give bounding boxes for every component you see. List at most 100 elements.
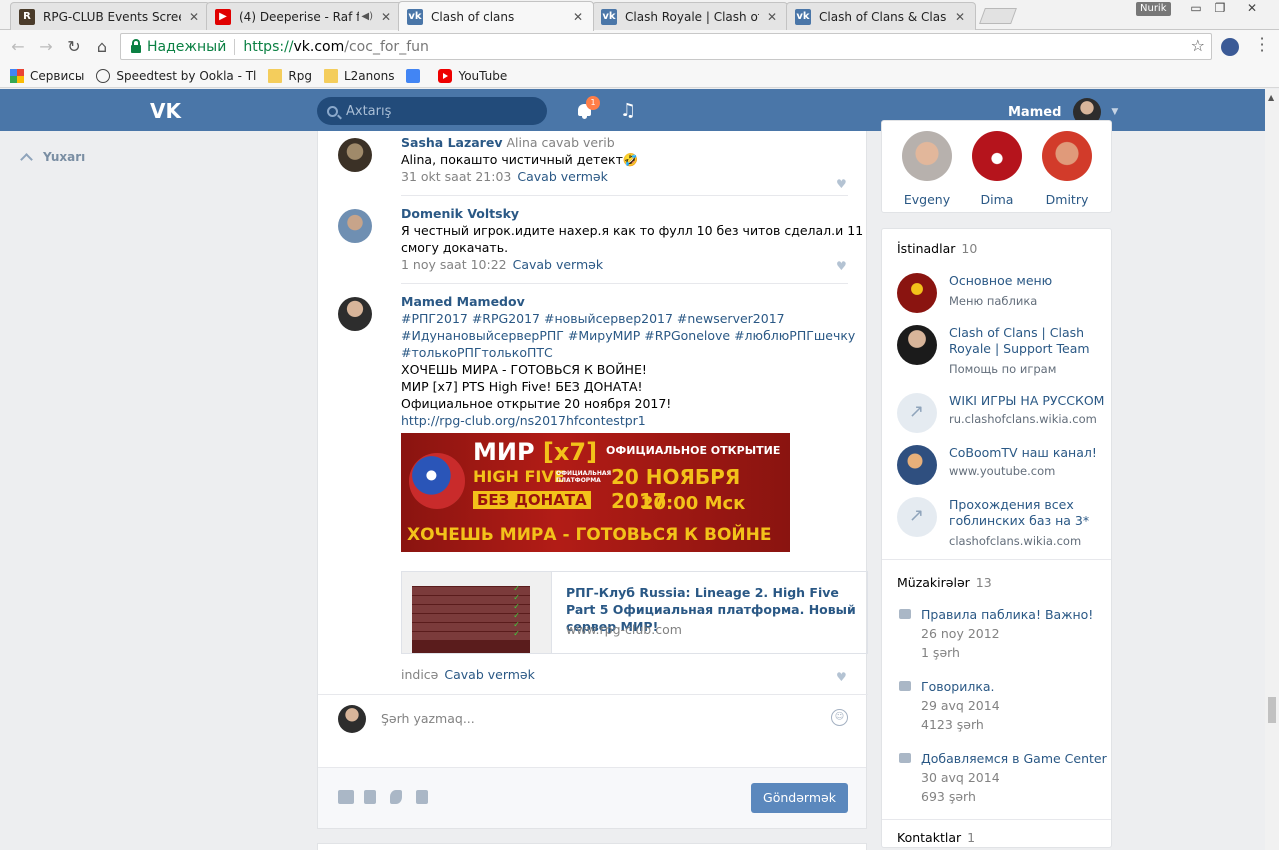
tab-close-icon[interactable]: ✕ [379,10,393,24]
reply-to-label[interactable]: Alina cavab verib [506,135,614,150]
comment-date[interactable]: 1 noy saat 10:22 [401,257,507,272]
bookmark-youtube[interactable]: YouTube [438,68,507,83]
bookmark-translate[interactable] [406,68,426,83]
audio-playing-icon[interactable]: ◀) [361,11,373,22]
page-scrollbar[interactable]: ▲ [1265,89,1279,850]
bookmark-folder-rpg[interactable]: Rpg [268,68,312,83]
profile-badge[interactable]: Nurik [1136,2,1171,16]
member-avatar[interactable] [1042,131,1092,181]
link-item[interactable]: WIKI ИГРЫ НА РУССКОМ ru.clashofclans.wik… [897,393,1104,433]
hashtags-line[interactable]: #ИдунановыйсерверРПГ #МируМИР #RPGonelov… [401,327,868,344]
reply-link[interactable]: Cavab vermək [513,257,603,272]
member-item[interactable]: Dima [967,131,1027,207]
promo-banner-image[interactable]: МИР [x7] HIGH FIVE ОФИЦИАЛЬНАЯ ПЛАТФОРМА… [401,433,790,552]
scrollbar-thumb[interactable] [1268,697,1276,723]
comment-author[interactable]: Sasha Lazarev [401,135,502,150]
music-icon[interactable]: ♫ [620,100,636,121]
commenter-avatar[interactable] [338,297,372,331]
topic-title[interactable]: Добавляемся в Game Center [921,751,1107,766]
browser-tab-clash-of-clans-royale[interactable]: vk Clash of Clans & Clash Roy ✕ [786,2,976,30]
tab-close-icon[interactable]: ✕ [187,10,201,24]
link-arrow-icon[interactable] [897,497,937,537]
scroll-to-top-link[interactable]: Yuxarı [20,150,85,166]
commenter-avatar[interactable] [338,209,372,243]
like-heart-icon[interactable]: ♥ [836,178,848,190]
extension-icon[interactable] [1221,38,1239,56]
search-input[interactable] [346,103,526,119]
tab-close-icon[interactable]: ✕ [571,10,585,24]
like-heart-icon[interactable]: ♥ [836,260,848,272]
new-tab-button[interactable] [979,8,1017,24]
browser-menu-icon[interactable]: · · · [1256,31,1268,59]
topic-title[interactable]: Говорилка. [921,679,995,694]
topic-item[interactable]: Правила паблика! Важно! 26 noy 2012 1 şə… [897,607,1102,663]
secure-label[interactable]: Надежный [147,39,226,55]
reply-link[interactable]: Cavab vermək [444,667,534,682]
member-avatar[interactable] [972,131,1022,181]
member-item[interactable]: Evgeny [897,131,957,207]
link-item[interactable]: Основное меню Меню паблика [897,273,1102,313]
hashtags-line[interactable]: #толькоРПГтолькоПТС [401,344,868,361]
bookmark-services[interactable]: Сервисы [10,68,84,83]
comment-author[interactable]: Domenik Voltsky [401,205,868,222]
tab-close-icon[interactable]: ✕ [953,10,967,24]
link-item[interactable]: CoBoomTV наш канал! www.youtube.com [897,445,1102,485]
commenter-avatar[interactable] [338,138,372,172]
member-name[interactable]: Dima [967,192,1027,207]
back-icon[interactable]: ← [8,37,28,57]
browser-tab-clash-of-clans[interactable]: vk Clash of clans ✕ [398,1,594,31]
bookmark-speedtest[interactable]: Speedtest by Ookla - Tl [96,68,256,83]
browser-tab-clash-royale[interactable]: vk Clash Royale | Clash of Cla ✕ [592,2,788,30]
topic-title[interactable]: Правила паблика! Важно! [921,607,1093,622]
link-preview-card[interactable]: РПГ-Клуб Russia: Lineage 2. High Five Pa… [401,571,868,654]
notifications-button[interactable]: 1 [576,96,600,120]
scroll-up-arrow-icon[interactable]: ▲ [1268,93,1274,102]
tab-close-icon[interactable]: ✕ [765,10,779,24]
links-header[interactable]: İstinadlar 10 [897,241,977,256]
lock-icon[interactable] [131,38,141,53]
topic-item[interactable]: Добавляемся в Game Center 30 avq 2014 69… [897,751,1107,807]
link-item[interactable]: Clash of Clans | Clash Royale | Support … [897,325,1102,381]
emoji-icon[interactable]: ☺ [831,709,848,726]
bookmark-star-icon[interactable]: ☆ [1191,36,1205,55]
document-icon[interactable] [416,790,428,804]
address-bar[interactable]: Надежный https:// vk.com /coc_for_fun ☆ [120,33,1212,60]
topics-header[interactable]: Müzakirələr 13 [897,575,992,590]
link-title[interactable]: Основное меню [949,273,1109,289]
link-title[interactable]: Clash of Clans | Clash Royale | Support … [949,325,1109,357]
link-avatar[interactable] [897,273,937,313]
window-close-icon[interactable]: ✕ [1240,0,1264,16]
link-avatar[interactable] [897,325,937,365]
link-avatar[interactable] [897,445,937,485]
comment-input[interactable] [381,709,821,727]
contacts-header[interactable]: Kontaktlar 1 [897,830,975,845]
member-avatar[interactable] [902,131,952,181]
reply-link[interactable]: Cavab vermək [517,169,607,184]
send-button[interactable]: Göndərmək [751,783,848,813]
link-title[interactable]: Прохождения всех гоблинских баз на 3* [949,497,1109,529]
link-title[interactable]: WIKI ИГРЫ НА РУССКОМ [949,393,1109,409]
music-note-icon[interactable] [390,790,402,804]
comment-author[interactable]: Mamed Mamedov [401,293,868,310]
camera-icon[interactable] [338,790,354,804]
link-item[interactable]: Прохождения всех гоблинских баз на 3* cl… [897,497,1102,553]
vk-logo[interactable]: VK [150,99,186,123]
forward-icon[interactable]: → [36,37,56,57]
topic-item[interactable]: Говорилка. 29 avq 2014 4123 şərh [897,679,1102,735]
member-name[interactable]: Dmitry [1037,192,1097,207]
browser-tab-rpg-club[interactable]: R RPG-CLUB Events Screensh ✕ [10,2,210,30]
home-icon[interactable]: ⌂ [92,37,112,57]
bookmark-folder-l2anons[interactable]: L2anons [323,68,394,83]
link-arrow-icon[interactable] [897,393,937,433]
comment-date[interactable]: 31 okt saat 21:03 [401,169,511,184]
reload-icon[interactable]: ↻ [64,37,84,57]
browser-tab-youtube[interactable]: ▶ (4) Deeperise - Raf ft. J ◀) ✕ [206,2,402,30]
like-heart-icon[interactable]: ♥ [836,671,848,683]
external-link[interactable]: http://rpg-club.org/ns2017hfcontestpr1 [401,412,868,429]
member-item[interactable]: Dmitry [1037,131,1097,207]
restore-icon[interactable]: ❐ [1208,0,1232,16]
member-name[interactable]: Evgeny [897,192,957,207]
minimize-icon[interactable]: ▭ [1184,0,1208,16]
hashtags-line[interactable]: #РПГ2017 #RPG2017 #новыйсервер2017 #news… [401,310,868,327]
video-icon[interactable] [364,790,376,804]
